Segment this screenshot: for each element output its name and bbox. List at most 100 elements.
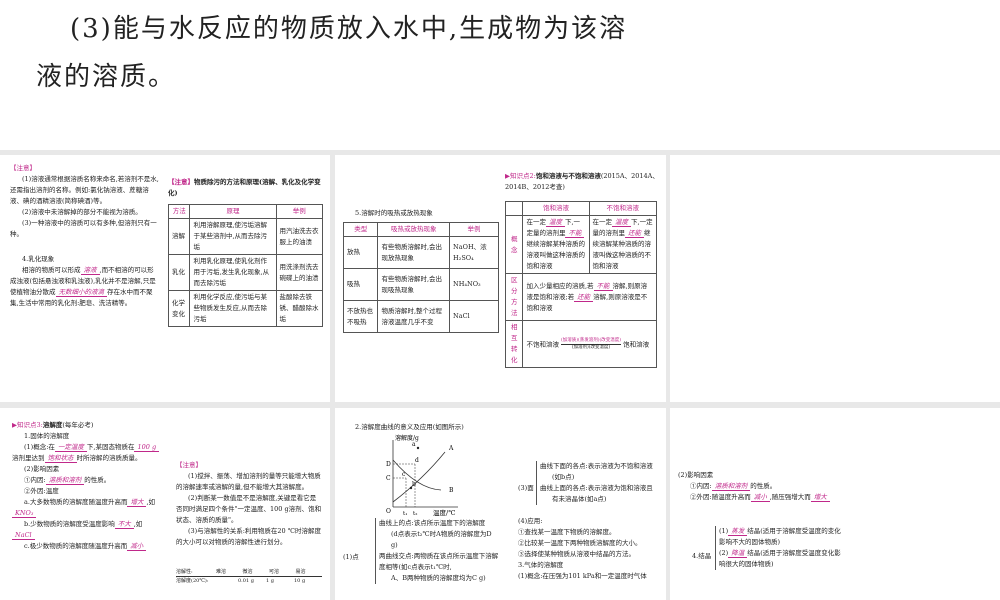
list-item: ②比较某一温度下两种物质溶解度的大小。 — [518, 539, 642, 547]
cell: 利用乳化原理,使乳化剂作用于污垢,发生乳化现象,从而去除污垢 — [189, 254, 277, 291]
answer-blank: 降温 — [728, 549, 748, 558]
area-list: 曲线下面的各点:表示溶液为不饱和溶液 (如b点) 曲线上面的各点:表示溶液为饱和… — [536, 461, 661, 505]
slide-thumbnail-1[interactable]: 【注意】 (1)溶液通常根据溶质名称来命名,若溶剂不是水,还需指出溶剂的名称。例… — [0, 155, 330, 402]
note-item: (2)溶液中未溶解掉的部分不能视为溶质。 — [22, 208, 142, 216]
heading: (2)影响因素 — [24, 465, 60, 473]
header: 方法 — [167, 204, 191, 219]
c-level-label: C — [386, 475, 391, 482]
cleaning-table: 方法 原理 举例 溶解 利用溶解原理,使污垢溶解于某些溶剂中,从而去除污垢 用汽油洗去衣… — [167, 204, 324, 327]
row-label: 区分方法 — [504, 273, 524, 321]
scale-tick: 10 g — [294, 578, 306, 584]
answer-blank: 增大 — [810, 493, 830, 502]
cell: 溶解 — [167, 218, 191, 255]
list-item: (如b点) — [552, 473, 575, 481]
section-title: 5.溶解时的吸热或放热现象 — [355, 209, 433, 217]
knowledge-point-title: ▶知识点2:饱和溶液与不饱和溶液(2015A、2014A、2014B、2012考… — [505, 171, 660, 193]
list-item: (1) 蒸发 结晶(适用于溶解度受温度的变化影响不大的固体物质) — [719, 527, 841, 546]
arrow-label-top: (加溶质)(蒸发溶剂)(改变温度) — [561, 337, 622, 345]
header — [504, 201, 524, 216]
kp-title: 饱和溶液与不饱和溶液 — [535, 172, 601, 180]
paragraph: (1)概念:在 一定温度 下,某固态物质在 100 g溶剂里达到 饱和状态 时所溶解的溶质… — [12, 442, 162, 464]
arrow-label-bottom: (加溶剂)(改变温度) — [571, 344, 611, 350]
note-item: (3)与溶解性的关系:利用物质在20 ℃时溶解度的大小可以对物质的溶解性进行划分… — [176, 527, 322, 546]
slide-text-line: 液的溶质。 — [36, 62, 177, 92]
answer-blank: 还能 — [574, 292, 594, 302]
kp-years: (每年必考) — [62, 421, 94, 429]
heading: 1.固体的溶解度 — [24, 432, 70, 440]
scale-tick: 1 g — [266, 578, 274, 584]
curve-a-label: A — [448, 445, 454, 452]
scale-label: 溶解性: — [176, 569, 193, 575]
paragraph: ②外因:随温度升高而 减小 ,随压强增大而 增大 — [678, 492, 848, 503]
point-a-label: a — [412, 441, 416, 448]
list-item: (2) 降温 结晶(适用于溶解度受温度变化影响很大的固体物质) — [719, 549, 841, 568]
brace-label: (1)点 — [343, 553, 359, 561]
answer-blank: 减小 — [127, 542, 147, 551]
cell: 加入少量相应的溶质,若 不能 溶解,则原溶液是饱和溶液;若 还能 溶解,则原溶液是不饱和… — [522, 273, 657, 321]
list-item: ①查找某一温度下物质的溶解度。 — [518, 528, 616, 536]
answer-blank: 增大 — [127, 498, 147, 507]
cell: 在一定 温度 下,一定量的溶剂里 不能继续溶解某种溶质的溶液叫做这种溶质的饱和溶液 — [522, 215, 590, 274]
list-item: 曲线下面的各点:表示溶液为不饱和溶液 — [540, 462, 653, 470]
paragraph: b.少数物质的溶解度受温度影响 不大 ,如NaCl — [12, 519, 162, 541]
note-item: (2)判断某一数值是不是溶解度,关键是看它是否同时满足四个条件"一定温度、100… — [176, 494, 322, 524]
row-label: 概念 — [504, 215, 524, 274]
cell: 物质溶解时,整个过程溶液温度几乎不变 — [377, 300, 451, 333]
slide-thumbnail-2[interactable]: 5.溶解时的吸热或放热现象 类型 吸热或放热现象 举例 放热 有些物质溶解时,会出现放… — [335, 155, 666, 402]
answer-blank: 不大 — [114, 520, 134, 529]
header: 举例 — [275, 204, 324, 219]
answer-blank: 不能 — [593, 281, 613, 291]
solubility-curve-diagram: 溶解度/g 温度/℃ O D C A B a b c d t₁ t₂ — [386, 434, 458, 516]
answer-blank: 饱和状态 — [44, 454, 77, 463]
heading: 3.气体的溶解度 — [518, 561, 564, 569]
knowledge-point-title: ▶知识点3:溶解度(每年必考) — [12, 420, 162, 431]
note-item: (1)搅拌、振荡、增加溶剂的量等只能增大物质的溶解速率或溶解的量,但不能增大其溶… — [176, 472, 321, 491]
paragraph: ①内因: 溶质和溶剂 的性质。 — [24, 476, 111, 485]
scale-tick: 0.01 g — [238, 578, 254, 584]
slide-thumbnail-5[interactable]: 2.溶解度曲线的意义及应用(如图所示) 溶解度/g 温度/℃ O D C A B… — [335, 408, 666, 600]
slide-thumbnail-6[interactable]: (2)影响因素 ①内因: 溶质和溶剂 的性质。 ②外因:随温度升高而 减小 ,随压强增大… — [670, 408, 1000, 600]
slide-thumbnail-3-blank[interactable] — [670, 155, 1000, 402]
answer-blank: 溶质和溶剂 — [711, 482, 751, 491]
answer-blank: 温度 — [612, 218, 632, 227]
curve-b-label: B — [449, 487, 454, 494]
header: 不饱和溶液 — [588, 201, 658, 216]
heading: (2)影响因素 — [678, 471, 714, 479]
table-title: 【注意】物质除污的方法和原理(溶解、乳化及化学变化) — [168, 177, 326, 199]
cell: 乳化 — [167, 254, 191, 291]
answer-blank: 还能 — [625, 229, 645, 238]
answer-blank: 蒸发 — [728, 527, 748, 536]
paragraph: a.大多数物质的溶解度随温度升高而 增大 ,如KNO₃ — [12, 497, 162, 519]
answer-blank: 溶液 — [80, 266, 100, 275]
header: 饱和溶液 — [522, 201, 590, 216]
cell: 有些物质溶解时,会出现放热现象 — [377, 236, 451, 269]
d-level-label: D — [386, 461, 391, 468]
current-slide: (3)能与水反应的物质放入水中,生成物为该溶 液的溶质。 — [0, 0, 1000, 150]
answer-blank: KNO₃ — [12, 509, 37, 518]
answer-blank: 100 g — [134, 443, 160, 452]
note-title: 【注意】 — [176, 461, 202, 469]
x-axis-label: 温度/℃ — [433, 508, 455, 516]
header: 原理 — [189, 204, 277, 219]
cell: 放热 — [342, 236, 379, 269]
paragraph: c.极少数物质的溶解度随温度升高而 减小 — [12, 541, 162, 552]
list-item: ③选择使某种物质从溶液中结晶的方法。 — [518, 550, 635, 558]
t1-label: t₁ — [403, 511, 407, 516]
solubility-scale: 溶解性: 难溶 微溶 可溶 易溶 溶解度(20℃): 0.01 g 1 g 10 g — [176, 568, 322, 585]
header: 吸热或放热现象 — [377, 222, 451, 237]
answer-blank: NaCl — [12, 531, 35, 540]
saturation-table: 饱和溶液 不饱和溶液 概念 在一定 温度 下,一定量的溶剂里 不能继续溶解某种溶质的溶液… — [504, 201, 658, 368]
paragraph: 相溶的物质可以形成 溶液 ,而不相溶的可以形成浊液(包括悬浊液和乳浊液),乳化并不是… — [10, 265, 160, 309]
slide-thumbnail-4[interactable]: ▶知识点3:溶解度(每年必考) 1.固体的溶解度 (1)概念:在 一定温度 下,某固… — [0, 408, 330, 600]
cell: 吸热 — [342, 268, 379, 301]
cell: 有些物质溶解时,会出现吸热现象 — [377, 268, 451, 301]
heading: 2.溶解度曲线的意义及应用(如图所示) — [355, 423, 464, 431]
note-item: (3)一种溶液中的溶质可以有多种,但溶剂只有一种。 — [10, 219, 157, 238]
origin-label: O — [386, 508, 391, 515]
answer-blank: 无数细小的液滴 — [55, 288, 107, 297]
cell: 利用溶解原理,使污垢溶解于某些溶剂中,从而去除污垢 — [189, 218, 277, 255]
text: 相溶的物质可以形成 — [22, 266, 81, 274]
list-item: A、B两种物质的溶解度均为C g) — [391, 574, 486, 582]
note-label: 【注意】 — [168, 178, 194, 186]
t2-label: t₂ — [413, 511, 417, 516]
